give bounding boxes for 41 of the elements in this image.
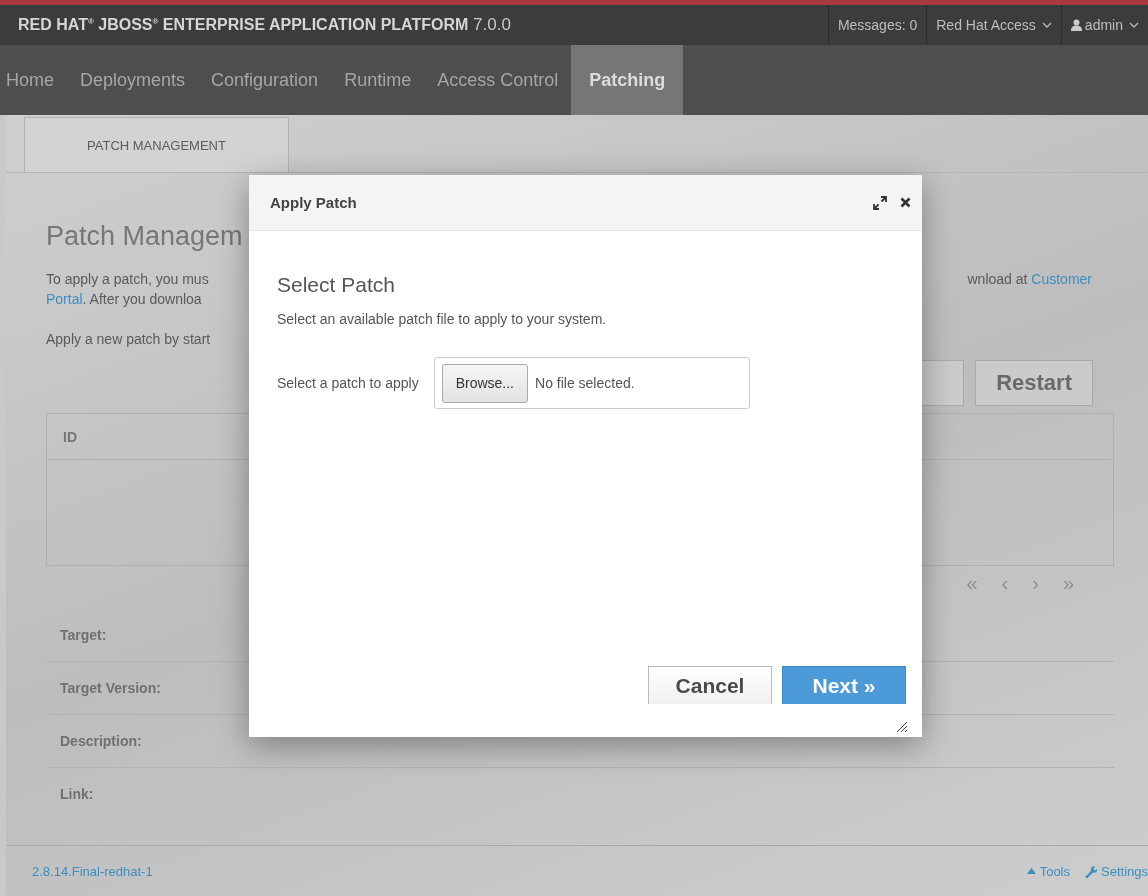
paragraph-text: Apply a new patch by start — [46, 330, 211, 349]
step-description: Select an available patch file to apply to your system. — [277, 311, 608, 327]
link[interactable]: Portal — [46, 291, 83, 307]
detail-label: Link: — [60, 786, 94, 802]
version-link[interactable]: 2.8.14.Final-redhat-1 — [32, 863, 153, 879]
next-button[interactable]: Next » — [782, 666, 906, 704]
dialog-title: Apply Patch — [270, 194, 357, 211]
nav-tab[interactable]: Home — [0, 45, 67, 115]
link[interactable]: Customer — [1031, 271, 1092, 287]
nav-tab[interactable]: Access Control — [424, 45, 572, 115]
cancel-button[interactable]: Cancel — [648, 666, 772, 704]
paragraph-text: . After you downloa — [82, 291, 202, 307]
detail-label: Description: — [60, 733, 142, 749]
user-icon — [1070, 19, 1082, 31]
detail-label: Target: — [60, 627, 107, 643]
chevron-down-icon — [1041, 21, 1052, 29]
nav-tab[interactable]: Configuration — [198, 45, 332, 115]
restart-button[interactable]: Restart — [975, 360, 1093, 406]
nav-tab[interactable]: Deployments — [67, 45, 199, 115]
browse-button[interactable]: Browse... — [441, 363, 528, 403]
file-input[interactable]: Browse... No file selected. — [433, 357, 750, 409]
field-label: Select a patch to apply — [277, 375, 419, 391]
column-header: ID — [63, 428, 77, 445]
maximize-icon[interactable] — [873, 195, 887, 210]
tools-link[interactable]: Tools — [1026, 863, 1070, 879]
caret-up-icon — [1026, 868, 1036, 874]
resize-handle-icon — [896, 721, 908, 733]
nav-tab[interactable]: Runtime — [331, 45, 425, 115]
page-tab[interactable]: PATCH MANAGEMENT — [24, 117, 289, 172]
close-icon[interactable] — [900, 197, 911, 208]
settings-link[interactable]: Settings — [1084, 863, 1148, 879]
paragraph-text: To apply a patch, you mus — [46, 271, 209, 287]
step-title: Select Patch — [277, 273, 396, 297]
file-status: No file selected. — [535, 375, 635, 391]
chevron-down-icon — [1129, 21, 1139, 29]
nav-tab[interactable]: Patching — [571, 45, 684, 115]
page-heading: Patch Managem — [46, 221, 244, 252]
wrench-icon — [1084, 864, 1097, 878]
paragraph-text: wnload at — [967, 271, 1029, 287]
product-title: RED HAT$^{®}$ JBOSS$^{®}$ ENTERPRISE APPLICATION PLATFORM 7.0.0 — [18, 15, 511, 35]
detail-label: Target Version: — [60, 680, 161, 696]
